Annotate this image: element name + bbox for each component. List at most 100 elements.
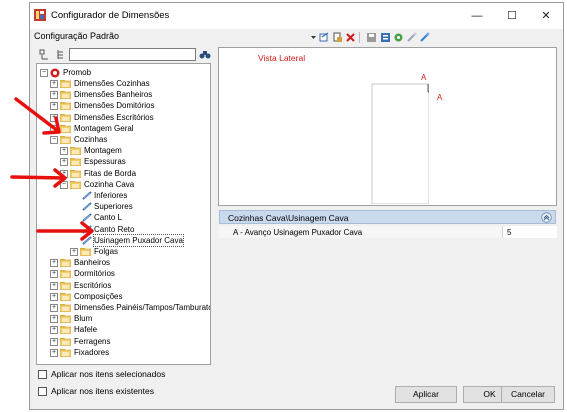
expand-toggle-icon[interactable]: +: [50, 270, 58, 279]
tree-item[interactable]: Usinagem Puxador Cava: [70, 233, 207, 247]
expand-toggle-icon[interactable]: +: [50, 113, 58, 122]
tree-item[interactable]: + Ferragens: [50, 336, 207, 347]
property-row[interactable]: A - Avanço Usinagem Puxador Cava 5: [219, 226, 557, 238]
tree-item[interactable]: + Dimensões Cozinhas: [50, 78, 207, 89]
tree-item[interactable]: + Dimensões Banheiros: [50, 89, 207, 100]
config-label: Configuração Padrão: [34, 31, 120, 41]
toolbar-divider: [359, 32, 360, 43]
tree-search-input[interactable]: [69, 48, 196, 61]
tree-item[interactable]: − Cozinhas: [50, 134, 207, 145]
unlink-icon[interactable]: [419, 32, 430, 43]
tree-item[interactable]: Inferiores: [70, 190, 207, 201]
maximize-button[interactable]: ☐: [495, 3, 529, 29]
tree-item-label: Hafele: [74, 325, 98, 335]
apply-existing-checkbox[interactable]: [38, 387, 47, 396]
tree-item[interactable]: + Montagem Geral: [50, 123, 207, 134]
expand-toggle-icon[interactable]: +: [50, 304, 58, 312]
tree-item[interactable]: Superiores: [70, 201, 207, 212]
tree-item[interactable]: Canto L: [70, 212, 207, 223]
properties-header: Cozinhas Cava\Usinagem Cava: [219, 210, 556, 224]
tree-item-label: Inferiores: [94, 191, 128, 200]
expand-toggle-icon[interactable]: +: [50, 102, 58, 111]
collapse-toggle-icon[interactable]: −: [50, 136, 58, 144]
folder-icon: [59, 113, 72, 122]
tree-item[interactable]: Canto Reto: [70, 224, 207, 235]
expand-toggle-icon[interactable]: +: [50, 281, 58, 290]
collapse-toggle-icon[interactable]: −: [40, 69, 48, 77]
expand-toggle-icon[interactable]: +: [50, 348, 58, 357]
collapse-all-icon[interactable]: [39, 49, 50, 60]
tree-item[interactable]: + Composições: [50, 291, 207, 302]
tree-item[interactable]: + Dimensões Domitórios: [50, 100, 207, 111]
collapse-section-icon[interactable]: [541, 212, 552, 223]
expand-toggle-icon[interactable]: +: [50, 259, 58, 268]
tree-item[interactable]: + Banheiros: [50, 257, 207, 268]
properties-icon[interactable]: [380, 32, 391, 43]
dropdown-arrow-icon[interactable]: [308, 32, 319, 43]
delete-icon[interactable]: [345, 32, 356, 43]
minimize-button[interactable]: —: [460, 3, 494, 29]
tree-item[interactable]: + Dimensões Painéis/Tampos/Tamburatos: [50, 302, 210, 313]
tree-root[interactable]: − Promob: [40, 67, 210, 78]
tree-view[interactable]: − Promob + Dimensões Cozinhas + Dimensões B…: [36, 63, 211, 365]
properties-grid: A - Avanço Usinagem Puxador Cava 5: [219, 225, 557, 365]
expand-toggle-icon[interactable]: +: [50, 91, 58, 100]
tree-item[interactable]: + Fixadores: [50, 347, 207, 358]
expand-toggle-icon[interactable]: +: [50, 315, 58, 324]
collapse-toggle-icon[interactable]: −: [60, 180, 68, 189]
dimension-marker-right: A: [437, 93, 443, 102]
tree-item-label: Dimensões Domitórios: [74, 101, 155, 111]
folder-icon: [59, 303, 72, 313]
expand-toggle-icon[interactable]: +: [60, 147, 68, 156]
promob-logo-icon: [50, 68, 60, 78]
tree-item[interactable]: − Cozinha Cava: [60, 179, 207, 190]
tree-item[interactable]: + Folgas: [70, 246, 207, 257]
apply-selected-checkbox[interactable]: [38, 370, 47, 379]
cancel-button[interactable]: Cancelar: [501, 386, 555, 403]
side-view-drawing: [371, 83, 429, 204]
tree-item[interactable]: + Escritórios: [50, 280, 207, 291]
folder-icon: [69, 146, 82, 156]
tree-item-label: Canto L: [94, 213, 123, 223]
apply-selected-label: Aplicar nos itens selecionados: [51, 369, 166, 379]
expand-toggle-icon[interactable]: +: [50, 326, 58, 335]
property-name: A - Avanço Usinagem Puxador Cava: [233, 228, 363, 237]
link-icon[interactable]: [406, 32, 417, 43]
folder-icon: [59, 337, 72, 346]
expand-toggle-icon[interactable]: +: [50, 80, 58, 88]
tree-item[interactable]: + Dimensões Escritórios: [50, 112, 207, 123]
tree-item[interactable]: + Fitas de Borda: [60, 168, 207, 179]
new-document-icon[interactable]: [332, 32, 343, 43]
tree-item[interactable]: + Hafele: [50, 324, 207, 335]
binoculars-icon[interactable]: [199, 49, 211, 60]
expand-toggle-icon[interactable]: +: [50, 124, 58, 133]
expand-all-icon[interactable]: [55, 49, 66, 60]
property-value: 5: [507, 228, 512, 237]
expand-toggle-icon[interactable]: +: [50, 337, 58, 346]
save-icon[interactable]: [366, 32, 377, 43]
folder-icon: [59, 269, 72, 279]
edit-document-icon[interactable]: [319, 32, 330, 43]
close-button[interactable]: ✕: [529, 3, 563, 29]
tree-item-label: Cozinhas: [74, 135, 108, 144]
folder-icon: [59, 101, 72, 111]
tree-item[interactable]: + Dormitórios: [50, 268, 207, 279]
expand-toggle-icon[interactable]: +: [50, 292, 58, 301]
expand-toggle-icon[interactable]: +: [60, 158, 68, 167]
expand-toggle-icon[interactable]: +: [60, 169, 68, 178]
folder-icon: [69, 157, 82, 167]
tree-item[interactable]: + Espessuras: [60, 156, 207, 167]
tree-item-label: Cozinha Cava: [84, 179, 135, 189]
dimension-item-icon: [82, 224, 92, 234]
tree-item[interactable]: + Montagem: [60, 145, 207, 156]
property-value-field[interactable]: 5: [502, 226, 557, 238]
settings-icon[interactable]: [393, 32, 404, 43]
configurador-dialog: Configurador de Dimensões — ☐ ✕ Configur…: [29, 2, 564, 410]
tree-item-label: Composições: [74, 291, 123, 301]
tree-item-label: Blum: [74, 314, 93, 324]
folder-icon: [69, 180, 82, 190]
apply-button[interactable]: Aplicar: [395, 386, 457, 403]
tree-item[interactable]: + Blum: [50, 313, 207, 324]
expand-toggle-icon[interactable]: +: [70, 248, 78, 256]
dimension-item-icon: [82, 236, 92, 245]
